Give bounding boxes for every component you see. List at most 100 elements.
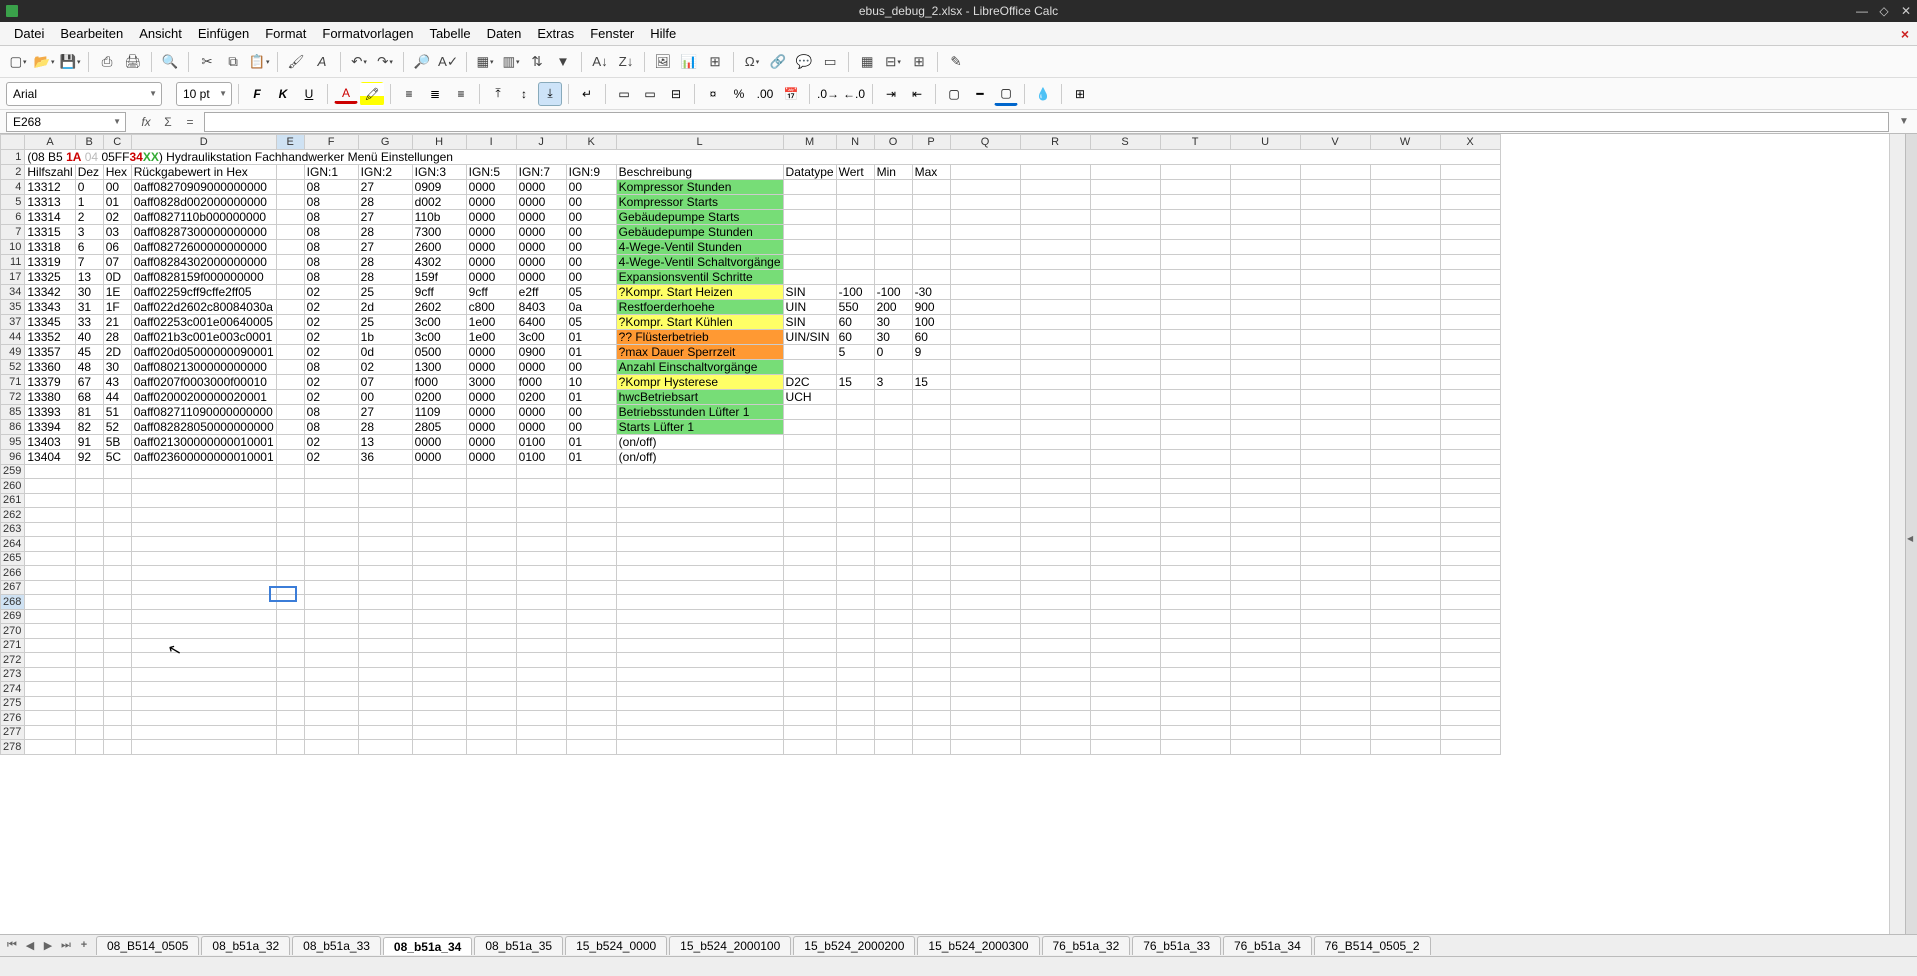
cell-O268[interactable] — [874, 595, 912, 610]
cell-P71[interactable]: 15 — [912, 374, 950, 389]
cell-P259[interactable] — [912, 464, 950, 479]
cell-O7[interactable] — [874, 224, 912, 239]
cell-N260[interactable] — [836, 479, 874, 494]
cell-B271[interactable] — [75, 638, 103, 653]
cell-I34[interactable]: 9cff — [466, 284, 516, 299]
cell-I17[interactable]: 0000 — [466, 269, 516, 284]
cell-M10[interactable] — [783, 239, 836, 254]
cell-E262[interactable] — [276, 508, 304, 523]
cell-U11[interactable] — [1230, 254, 1300, 269]
cell-E275[interactable] — [276, 696, 304, 711]
cell-H96[interactable]: 0000 — [412, 449, 466, 464]
cell-M71[interactable]: D2C — [783, 374, 836, 389]
cell-R263[interactable] — [1020, 522, 1090, 537]
cell-A49[interactable]: 13357 — [25, 344, 75, 359]
cell-C96[interactable]: 5C — [103, 449, 131, 464]
cell-N49[interactable]: 5 — [836, 344, 874, 359]
cell-F37[interactable]: 02 — [304, 314, 358, 329]
cell-K52[interactable]: 00 — [566, 359, 616, 374]
col-header-C[interactable]: C — [103, 135, 131, 150]
cell-N259[interactable] — [836, 464, 874, 479]
cell-U52[interactable] — [1230, 359, 1300, 374]
cell-D17[interactable]: 0aff0828159f000000000 — [131, 269, 276, 284]
cell-H269[interactable] — [412, 609, 466, 624]
cell-V11[interactable] — [1300, 254, 1370, 269]
cell-K71[interactable]: 10 — [566, 374, 616, 389]
sort-button[interactable]: ⇅ — [525, 50, 549, 74]
cell-N261[interactable] — [836, 493, 874, 508]
close-button[interactable]: ✕ — [1899, 4, 1913, 18]
cell-T265[interactable] — [1160, 551, 1230, 566]
cell-J273[interactable] — [516, 667, 566, 682]
cell-T260[interactable] — [1160, 479, 1230, 494]
row-header-49[interactable]: 49 — [1, 344, 25, 359]
cell-W6[interactable] — [1370, 209, 1440, 224]
cell-D44[interactable]: 0aff021b3c001e003c0001 — [131, 329, 276, 344]
cell-Q273[interactable] — [950, 667, 1020, 682]
cell-V7[interactable] — [1300, 224, 1370, 239]
cell-D11[interactable]: 0aff08284302000000000 — [131, 254, 276, 269]
cell-P261[interactable] — [912, 493, 950, 508]
cell-E17[interactable] — [276, 269, 304, 284]
cell-X6[interactable] — [1440, 209, 1500, 224]
cell-Q85[interactable] — [950, 404, 1020, 419]
cell-Q263[interactable] — [950, 522, 1020, 537]
cell-H261[interactable] — [412, 493, 466, 508]
decrease-indent-button[interactable]: ⇤ — [905, 82, 929, 106]
cell-E5[interactable] — [276, 194, 304, 209]
cell-P262[interactable] — [912, 508, 950, 523]
cell-K277[interactable] — [566, 725, 616, 740]
cell-Q52[interactable] — [950, 359, 1020, 374]
cell-I263[interactable] — [466, 522, 516, 537]
cell-B49[interactable]: 45 — [75, 344, 103, 359]
cell-V86[interactable] — [1300, 419, 1370, 434]
cell-O261[interactable] — [874, 493, 912, 508]
cell-Q269[interactable] — [950, 609, 1020, 624]
cell-Q260[interactable] — [950, 479, 1020, 494]
border-style-button[interactable]: ━ — [968, 82, 992, 106]
cell-A44[interactable]: 13352 — [25, 329, 75, 344]
cell-B278[interactable] — [75, 740, 103, 755]
cell-K35[interactable]: 0a — [566, 299, 616, 314]
cell-X275[interactable] — [1440, 696, 1500, 711]
cell-W52[interactable] — [1370, 359, 1440, 374]
cell-H5[interactable]: d002 — [412, 194, 466, 209]
cell-K266[interactable] — [566, 566, 616, 581]
cell-Q275[interactable] — [950, 696, 1020, 711]
cell-M44[interactable]: UIN/SIN — [783, 329, 836, 344]
cell-Q49[interactable] — [950, 344, 1020, 359]
cell-F96[interactable]: 02 — [304, 449, 358, 464]
cell-V272[interactable] — [1300, 653, 1370, 668]
clear-format-button[interactable]: A — [310, 50, 334, 74]
cell-J264[interactable] — [516, 537, 566, 552]
cell-M261[interactable] — [783, 493, 836, 508]
cell-H270[interactable] — [412, 624, 466, 639]
cell-S270[interactable] — [1090, 624, 1160, 639]
cell-F72[interactable]: 02 — [304, 389, 358, 404]
col-header-E[interactable]: E — [276, 135, 304, 150]
cell-O52[interactable] — [874, 359, 912, 374]
cell-L259[interactable] — [616, 464, 783, 479]
print-preview-button[interactable]: 🔍 — [158, 50, 182, 74]
cell-C265[interactable] — [103, 551, 131, 566]
cell-K6[interactable]: 00 — [566, 209, 616, 224]
cell-L49[interactable]: ?max Dauer Sperrzeit — [616, 344, 783, 359]
cell-S266[interactable] — [1090, 566, 1160, 581]
cell-F278[interactable] — [304, 740, 358, 755]
cell-N34[interactable]: -100 — [836, 284, 874, 299]
menu-daten[interactable]: Daten — [479, 23, 530, 44]
cell-T85[interactable] — [1160, 404, 1230, 419]
cell-R96[interactable] — [1020, 449, 1090, 464]
cell-C11[interactable]: 07 — [103, 254, 131, 269]
cell-F270[interactable] — [304, 624, 358, 639]
cell-U44[interactable] — [1230, 329, 1300, 344]
cell-L276[interactable] — [616, 711, 783, 726]
cell-G275[interactable] — [358, 696, 412, 711]
cell-T71[interactable] — [1160, 374, 1230, 389]
cell-B72[interactable]: 68 — [75, 389, 103, 404]
cell-O86[interactable] — [874, 419, 912, 434]
cell-J52[interactable]: 0000 — [516, 359, 566, 374]
cell-F7[interactable]: 08 — [304, 224, 358, 239]
row-header-278[interactable]: 278 — [1, 740, 25, 755]
cell-D265[interactable] — [131, 551, 276, 566]
